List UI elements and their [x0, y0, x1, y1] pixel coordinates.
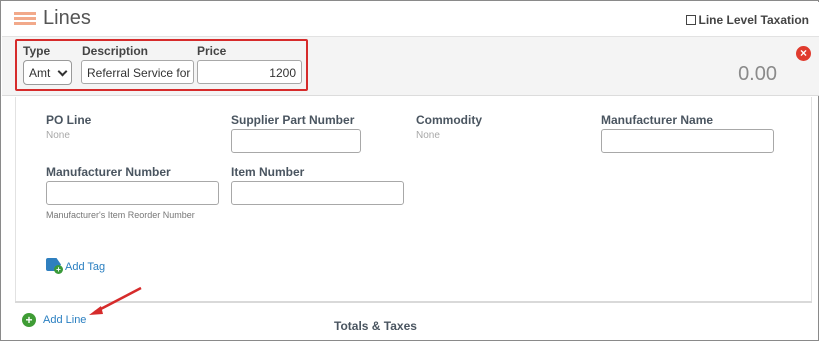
type-label: Type: [23, 44, 51, 58]
supplier-part-number-input[interactable]: [231, 129, 361, 153]
manufacturer-number-label: Manufacturer Number: [46, 165, 171, 179]
close-icon[interactable]: ×: [796, 46, 811, 61]
commodity-label: Commodity: [416, 113, 482, 127]
lines-panel: Lines Line Level Taxation Type Descripti…: [0, 0, 819, 341]
page-title: Lines: [43, 7, 91, 29]
add-tag-link[interactable]: Add Tag: [65, 261, 105, 273]
item-number-input[interactable]: [231, 181, 404, 205]
po-line-value: None: [46, 130, 70, 141]
item-number-label: Item Number: [231, 165, 305, 179]
lines-icon: [14, 12, 36, 26]
totals-taxes-heading: Totals & Taxes: [334, 319, 417, 333]
description-label: Description: [82, 44, 149, 58]
commodity-value: None: [416, 130, 440, 141]
lines-header: Lines Line Level Taxation: [2, 2, 819, 36]
manufacturer-name-label: Manufacturer Name: [601, 113, 714, 127]
line-level-taxation-checkbox[interactable]: [685, 15, 696, 25]
plus-circle-icon[interactable]: +: [22, 313, 36, 327]
manufacturer-number-help: Manufacturer's Item Reorder Number: [46, 210, 195, 220]
line-level-taxation-toggle[interactable]: Line Level Taxation: [685, 13, 809, 27]
po-line-label: PO Line: [46, 113, 92, 127]
manufacturer-number-input[interactable]: [46, 181, 219, 205]
price-input[interactable]: 1200: [197, 60, 302, 84]
add-line-link[interactable]: Add Line: [43, 314, 86, 326]
price-label: Price: [197, 44, 227, 58]
chevron-down-icon: [57, 66, 68, 77]
pointer-arrow-icon: [89, 286, 142, 315]
description-input[interactable]: Referral Service for U: [81, 60, 194, 84]
type-select[interactable]: Amt: [23, 60, 72, 85]
type-select-value: Amt: [29, 66, 51, 80]
supplier-part-number-label: Supplier Part Number: [231, 113, 355, 127]
manufacturer-name-input[interactable]: [601, 129, 774, 153]
line-level-taxation-label: Line Level Taxation: [698, 13, 809, 27]
plus-icon: +: [54, 265, 63, 274]
line-total: 0.00: [738, 63, 777, 85]
